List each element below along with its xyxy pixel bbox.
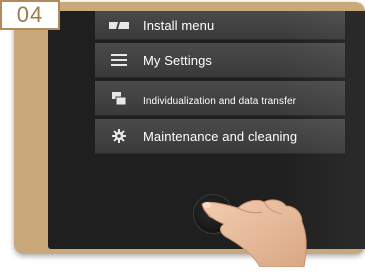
data-transfer-icon <box>95 81 143 115</box>
install-menu-icon <box>95 11 143 39</box>
menu-item-label: Install menu <box>143 17 215 33</box>
menu-item-label: Individualization and data transfer <box>143 95 297 107</box>
menu-list: Install menu My Settings Individualizati… <box>95 11 345 157</box>
menu-item-maintenance[interactable]: Maintenance and cleaning <box>95 119 345 154</box>
menu-item-my-settings[interactable]: My Settings <box>95 43 345 78</box>
pointing-hand-icon <box>198 186 318 268</box>
gear-icon <box>95 119 143 153</box>
menu-item-label: My Settings <box>143 52 213 68</box>
menu-item-label: Maintenance and cleaning <box>143 128 298 144</box>
menu-item-individualization[interactable]: Individualization and data transfer <box>95 81 345 116</box>
hamburger-menu-icon <box>95 43 143 77</box>
menu-item-install[interactable]: Install menu <box>95 11 345 40</box>
step-number-badge: 04 <box>0 0 60 30</box>
